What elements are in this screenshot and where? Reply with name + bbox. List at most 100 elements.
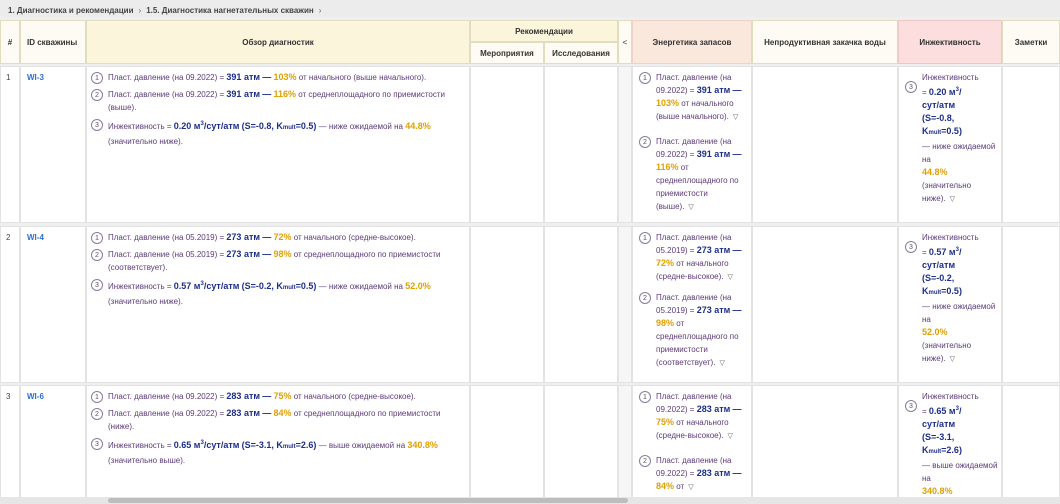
header-notes[interactable]: Заметки: [1002, 20, 1060, 64]
overview-line: 2 Пласт. давление (на 09.2022) = 391 атм…: [91, 88, 467, 114]
pressure-label: Пласт. давление (на 09.2022) =: [108, 73, 225, 82]
header-overview[interactable]: Обзор диагностик: [86, 20, 470, 64]
energy-item: 2 Пласт. давление (на 05.2019) = 273 атм…: [639, 291, 747, 370]
overview-line: 2 Пласт. давление (на 09.2022) = 283 атм…: [91, 407, 467, 433]
row-cell-notes[interactable]: [1002, 385, 1060, 504]
collapse-button[interactable]: <: [618, 20, 632, 64]
row-cell-collapse: [618, 66, 632, 223]
overview-line: 1 Пласт. давление (на 09.2022) = 283 атм…: [91, 390, 467, 403]
header-num: #: [0, 20, 20, 64]
item-number-icon: 1: [91, 391, 103, 403]
pressure-percent: 98%: [273, 249, 292, 259]
row-cell-nonproductive[interactable]: [752, 385, 898, 504]
row-cell-num: 2: [0, 226, 20, 383]
energy-item: 1 Пласт. давление (на 05.2019) = 273 атм…: [639, 231, 747, 284]
header-recommendations: Рекомендации: [470, 20, 618, 42]
breadcrumb: 1. Диагностика и рекомендации › 1.5. Диа…: [0, 0, 1060, 17]
injectivity-item: 3 Инжективность = 0.65 м3/сут/атм (S=-3.1,…: [905, 390, 999, 498]
row-cell-studies[interactable]: [544, 385, 618, 504]
item-number-icon: 1: [639, 391, 651, 403]
injectivity-compare: — ниже ожидаемой на: [318, 122, 403, 131]
row-cell-num: 3: [0, 385, 20, 504]
injectivity-percent: 340.8%: [407, 440, 438, 450]
injectivity-value: 0.20 м3/сут/атм: [173, 121, 240, 131]
row-cell-nonproductive[interactable]: [752, 226, 898, 383]
chevron-down-icon[interactable]: ▽: [688, 484, 693, 491]
pressure-assessment: от начального (средне-высокое).: [293, 392, 416, 401]
header-energy[interactable]: Энергетика запасов: [632, 20, 752, 64]
chevron-down-icon[interactable]: ▽: [719, 360, 724, 367]
item-number-icon: 2: [91, 89, 103, 101]
chevron-down-icon[interactable]: ▽: [728, 274, 733, 281]
row-cell-studies[interactable]: [544, 66, 618, 223]
injectivity-compare: — выше ожидаемой на: [318, 441, 406, 450]
row-cell-nonproductive[interactable]: [752, 66, 898, 223]
row-cell-injectivity: 3 Инжективность = 0.57 м3/сут/атм (S=-0.2,…: [898, 226, 1002, 383]
overview-line: 2 Пласт. давление (на 05.2019) = 273 атм…: [91, 248, 467, 274]
energy-item: 2 Пласт. давление (на 09.2022) = 391 атм…: [639, 135, 747, 214]
chevron-down-icon[interactable]: ▽: [733, 114, 738, 121]
breadcrumb-item-diagnostics[interactable]: 1. Диагностика и рекомендации: [8, 6, 134, 15]
item-number-icon: 1: [91, 72, 103, 84]
chevron-down-icon[interactable]: ▽: [950, 356, 955, 363]
dash: —: [262, 232, 272, 242]
dash: —: [262, 72, 272, 82]
chevron-down-icon[interactable]: ▽: [688, 204, 693, 211]
item-number-icon: 2: [91, 408, 103, 420]
row-cell-energy: 1 Пласт. давление (на 09.2022) = 391 атм…: [632, 66, 752, 223]
chevron-down-icon[interactable]: ▽: [728, 433, 733, 440]
well-id-link[interactable]: WI-6: [27, 392, 44, 401]
pressure-percent: 116%: [273, 89, 297, 99]
dash: —: [262, 89, 272, 99]
dash: —: [262, 408, 272, 418]
row-cell-measures[interactable]: [470, 66, 544, 223]
horizontal-scrollbar[interactable]: [0, 497, 1060, 504]
header-measures[interactable]: Мероприятия: [470, 42, 544, 64]
row-cell-id: WI-6: [20, 385, 86, 504]
injectivity-assessment: (значительно ниже).: [108, 137, 183, 146]
pressure-label: Пласт. давление (на 09.2022) =: [108, 392, 225, 401]
row-cell-num: 1: [0, 66, 20, 223]
injectivity-assessment: (значительно ниже).: [108, 297, 183, 306]
pressure-value: 391 атм: [226, 72, 261, 82]
row-cell-measures[interactable]: [470, 226, 544, 383]
pressure-percent: 84%: [273, 408, 292, 418]
dash: —: [262, 249, 272, 259]
energy-item: 1 Пласт. давление (на 09.2022) = 283 атм…: [639, 390, 747, 443]
row-cell-energy: 1 Пласт. давление (на 05.2019) = 273 атм…: [632, 226, 752, 383]
injectivity-value: 0.57 м3/сут/атм: [173, 281, 240, 291]
row-cell-collapse: [618, 226, 632, 383]
energy-item: 1 Пласт. давление (на 09.2022) = 391 атм…: [639, 71, 747, 124]
header-well-id[interactable]: ID скважины: [20, 20, 86, 64]
row-cell-measures[interactable]: [470, 385, 544, 504]
item-number-icon: 3: [91, 279, 103, 291]
row-cell-injectivity: 3 Инжективность = 0.65 м3/сут/атм (S=-3.1,…: [898, 385, 1002, 504]
pressure-label: Пласт. давление (на 09.2022) =: [108, 90, 225, 99]
header-studies[interactable]: Исследования: [544, 42, 618, 64]
skin-value: (S=-3.1, Kmult=2.6): [241, 440, 317, 450]
chevron-down-icon[interactable]: ▽: [950, 196, 955, 203]
header-nonproductive[interactable]: Непродуктивная закачка воды: [752, 20, 898, 64]
item-number-icon: 3: [905, 81, 917, 93]
row-cell-notes[interactable]: [1002, 66, 1060, 223]
skin-value: (S=-0.2, Kmult=0.5): [241, 281, 317, 291]
pressure-label: Пласт. давление (на 05.2019) =: [108, 233, 225, 242]
well-id-link[interactable]: WI-3: [27, 73, 44, 82]
row-cell-studies[interactable]: [544, 226, 618, 383]
pressure-value: 273 атм: [226, 232, 261, 242]
item-number-icon: 3: [905, 400, 917, 412]
pressure-value: 283 атм: [226, 408, 261, 418]
row-cell-notes[interactable]: [1002, 226, 1060, 383]
pressure-value: 391 атм: [226, 89, 261, 99]
injectivity-label: Инжективность =: [108, 282, 172, 291]
scrollbar-thumb[interactable]: [108, 498, 628, 503]
item-number-icon: 2: [639, 136, 651, 148]
breadcrumb-item-injection-wells[interactable]: 1.5. Диагностика нагнетательных скважин: [146, 6, 314, 15]
breadcrumb-separator: ›: [318, 6, 322, 15]
well-id-link[interactable]: WI-4: [27, 233, 44, 242]
pressure-percent: 72%: [273, 232, 292, 242]
energy-item: 2 Пласт. давление (на 09.2022) = 283 атм…: [639, 454, 747, 494]
header-injectivity[interactable]: Инжективность: [898, 20, 1002, 64]
item-number-icon: 2: [639, 292, 651, 304]
injectivity-item: 3 Инжективность = 0.57 м3/сут/атм (S=-0.2,…: [905, 231, 999, 366]
